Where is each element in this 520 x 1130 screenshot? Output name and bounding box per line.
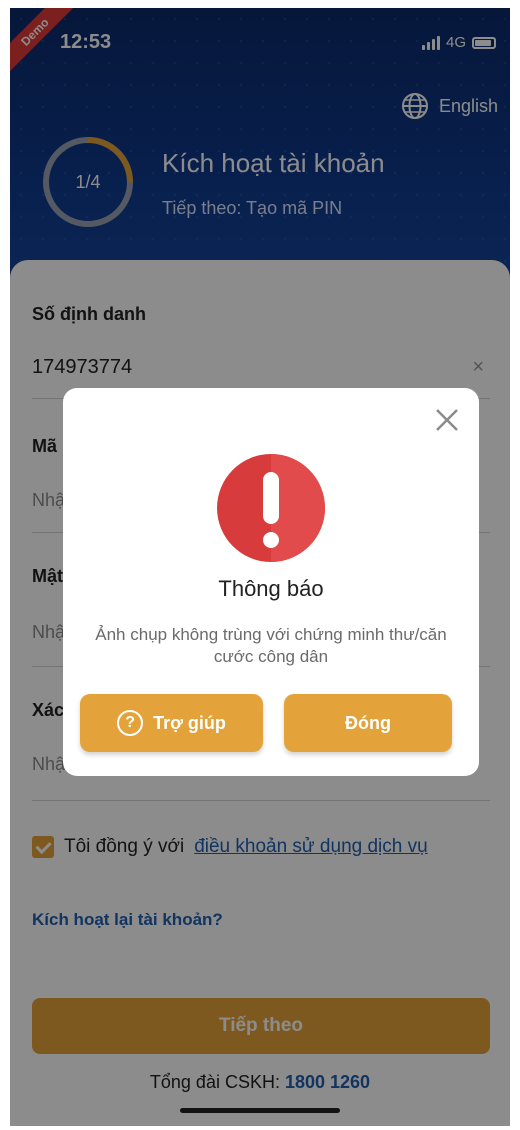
- help-button-label: Trợ giúp: [153, 712, 226, 733]
- close-button[interactable]: Đóng: [284, 694, 452, 752]
- dialog-message: Ảnh chụp không trùng với chứng minh thư/…: [95, 625, 447, 666]
- alert-dialog: Thông báo Ảnh chụp không trùng với chứng…: [63, 388, 479, 776]
- question-icon: ?: [117, 710, 144, 736]
- phone-screen: Demo 12:53 4G English 1/4 Kích hoạt tài …: [10, 8, 510, 1126]
- close-icon[interactable]: [429, 402, 465, 438]
- dialog-title: Thông báo: [218, 576, 324, 601]
- exclamation-icon: [217, 454, 325, 562]
- help-button[interactable]: ? Trợ giúp: [80, 694, 263, 752]
